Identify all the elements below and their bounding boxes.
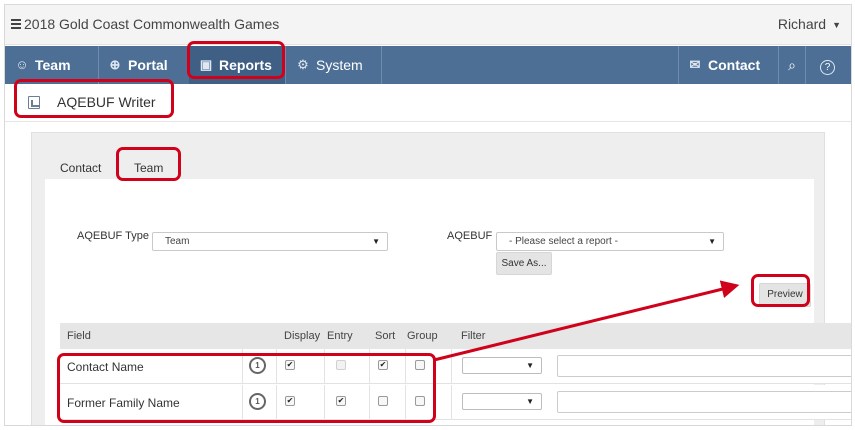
page-header: AQEBUF Writer [5,84,851,122]
team-icon: ☺ [15,57,29,72]
tab-team[interactable]: Team [134,161,163,175]
group-checkbox[interactable] [415,360,425,370]
nav-reports[interactable]: ▣ Reports [189,46,285,84]
globe-icon: ⊕ [109,57,121,72]
user-name: Richard [777,16,827,32]
chevron-down-icon: ▼ [372,237,380,246]
report-type-label: AQEBUF Type [77,230,149,242]
nav-portal[interactable]: ⊕ Portal [98,46,189,84]
nav-contact-label: Contact [708,57,761,73]
sort-checkbox[interactable] [378,396,388,406]
entry-checkbox [336,360,346,370]
title-bar: 2018 Gold Coast Commonwealth Games Richa… [5,5,851,45]
report-placeholder: - Please select a report - [509,236,618,247]
field-name: Former Family Name [67,396,180,410]
filter-input[interactable] [557,391,851,413]
filter-input[interactable] [557,355,851,377]
chevron-down-icon: ▼ [708,237,716,246]
chevron-down-icon: ▼ [526,361,534,370]
menu-icon[interactable] [11,19,21,29]
report-type-select[interactable]: Team ▼ [152,232,388,251]
gear-icon: ⚙ [297,57,309,72]
report-icon: ▣ [199,57,213,72]
display-checkbox[interactable]: ✔ [285,360,295,370]
main-nav: ☺ Team ⊕ Portal ▣ Reports ⚙ System ✉ Con… [5,46,851,84]
table-row: Contact Name 1 ✔ ✔ ▼ [60,349,851,384]
group-checkbox[interactable] [415,396,425,406]
report-type-value: Team [165,236,190,247]
column-display: Display [284,330,321,342]
save-as-button[interactable]: Save As... [496,252,552,275]
sort-checkbox[interactable]: ✔ [378,360,388,370]
filter-select[interactable]: ▼ [462,357,542,374]
field-name: Contact Name [67,360,144,374]
envelope-icon: ✉ [689,57,701,72]
app-window: 2018 Gold Coast Commonwealth Games Richa… [4,4,852,426]
column-sort: Sort [375,330,396,342]
search-button[interactable]: ⌕ [779,46,805,84]
user-menu[interactable]: Richard ▼ [778,16,841,32]
nav-contact[interactable]: ✉ Contact [678,46,778,84]
display-checkbox[interactable]: ✔ [285,396,295,406]
column-filter: Filter [461,330,486,342]
nav-team[interactable]: ☺ Team [5,46,98,84]
chevron-down-icon: ▼ [526,397,534,406]
nav-system-label: System [316,57,363,73]
page-title: AQEBUF Writer [57,94,156,110]
nav-system[interactable]: ⚙ System [286,46,381,84]
history-icon[interactable]: 1 [249,393,266,410]
nav-reports-label: Reports [219,57,272,73]
column-group: Group [407,330,438,342]
help-button[interactable]: ? [806,46,851,84]
help-icon: ? [820,60,835,75]
tab-contact[interactable]: Contact [60,161,101,175]
app-title: 2018 Gold Coast Commonwealth Games [24,16,280,32]
filter-select[interactable]: ▼ [462,393,542,410]
chevron-down-icon: ▼ [832,20,841,30]
nav-portal-label: Portal [128,57,168,73]
history-icon[interactable]: 1 [249,357,266,374]
column-entry: Entry [327,330,353,342]
table-row: Former Family Name 1 ✔ ✔ ▼ [60,385,851,420]
report-writer-icon [28,96,40,109]
grid-header: Field Display Entry Sort Group Filter [60,323,851,349]
report-label: AQEBUF [447,230,493,242]
entry-checkbox[interactable]: ✔ [336,396,346,406]
nav-team-label: Team [35,57,71,73]
search-icon: ⌕ [788,57,796,73]
report-select[interactable]: - Please select a report - ▼ [496,232,724,251]
preview-button[interactable]: Preview [759,283,811,307]
column-field: Field [67,330,91,342]
